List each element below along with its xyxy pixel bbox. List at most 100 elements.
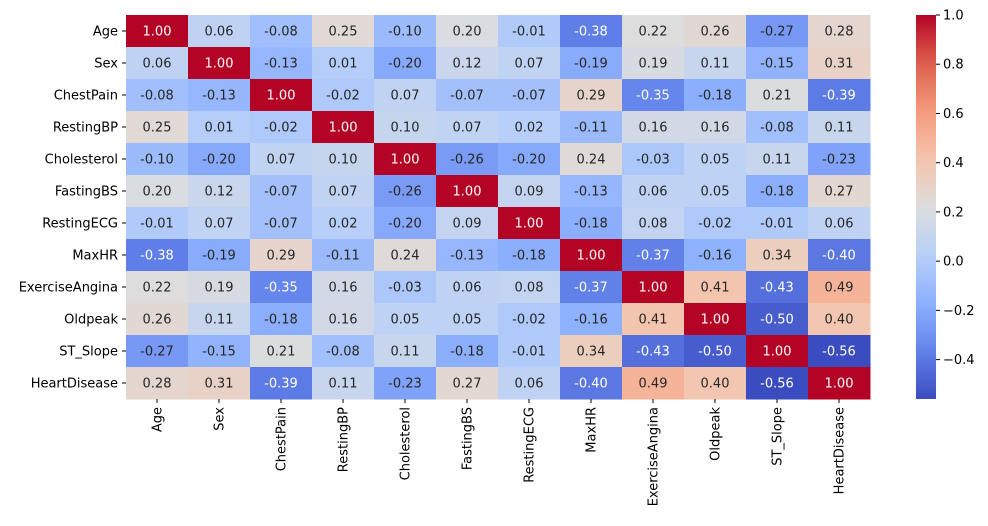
cell-value-label: 0.06 bbox=[205, 25, 234, 40]
cell-value-label: 0.31 bbox=[825, 57, 854, 72]
heatmap-cell: 0.01 bbox=[312, 47, 375, 80]
heatmap-cell: -0.35 bbox=[622, 79, 685, 112]
heatmap-cell: 0.31 bbox=[808, 47, 871, 80]
cell-value-label: -0.18 bbox=[450, 345, 484, 360]
cell-value-label: 0.05 bbox=[391, 313, 420, 328]
cell-value-label: 0.07 bbox=[267, 153, 296, 168]
cell-value-label: 0.40 bbox=[701, 377, 730, 392]
x-tick-label: ST_Slope bbox=[771, 407, 786, 466]
heatmap-cell: -0.50 bbox=[684, 335, 747, 368]
heatmap-cell: -0.10 bbox=[126, 143, 189, 176]
heatmap-cell: -0.07 bbox=[250, 207, 313, 240]
heatmap-cell: 0.29 bbox=[250, 239, 313, 272]
cell-value-label: 0.06 bbox=[453, 281, 482, 296]
heatmap-cell: -0.19 bbox=[188, 239, 251, 272]
cell-value-label: 1.00 bbox=[143, 25, 172, 40]
heatmap-cell: -0.26 bbox=[374, 175, 437, 208]
cell-value-label: 0.07 bbox=[329, 185, 358, 200]
heatmap-cell: 0.09 bbox=[436, 207, 499, 240]
heatmap-cell: -0.27 bbox=[126, 335, 189, 368]
cell-value-label: -0.11 bbox=[574, 121, 608, 136]
heatmap-cell: 1.00 bbox=[808, 367, 871, 400]
heatmap-cell: -0.08 bbox=[746, 111, 809, 144]
heatmap-cell: 0.02 bbox=[498, 111, 561, 144]
colorbar-tick-label: 0.6 bbox=[943, 107, 964, 122]
cell-value-label: 1.00 bbox=[267, 89, 296, 104]
cell-value-label: -0.26 bbox=[450, 153, 484, 168]
cell-value-label: -0.56 bbox=[760, 377, 794, 392]
heatmap-cell: 0.06 bbox=[126, 47, 189, 80]
cell-value-label: 0.12 bbox=[205, 185, 234, 200]
cell-value-label: -0.10 bbox=[388, 25, 422, 40]
heatmap-cell: 0.07 bbox=[436, 111, 499, 144]
heatmap-cell: -0.50 bbox=[746, 303, 809, 336]
heatmap-cell: -0.11 bbox=[312, 239, 375, 272]
cell-value-label: 0.06 bbox=[515, 377, 544, 392]
cell-value-label: 1.00 bbox=[701, 313, 730, 328]
heatmap-cell: 1.00 bbox=[126, 15, 189, 48]
heatmap-cell: 0.11 bbox=[746, 143, 809, 176]
heatmap-cell: -0.27 bbox=[746, 15, 809, 48]
y-tick-label: Sex bbox=[94, 57, 118, 72]
heatmap-cell: 0.26 bbox=[126, 303, 189, 336]
correlation-heatmap-figure: 1.00 0.06 -0.08 0.25 -0.10 0.20 -0.01 -0.38 0.22… bbox=[19, 9, 975, 507]
heatmap-cell: -0.18 bbox=[250, 303, 313, 336]
cell-value-label: -0.01 bbox=[140, 217, 174, 232]
heatmap-cell: 0.49 bbox=[808, 271, 871, 304]
heatmap-cell: -0.18 bbox=[498, 239, 561, 272]
x-tick-label: Oldpeak bbox=[709, 407, 724, 461]
cell-value-label: -0.56 bbox=[822, 345, 856, 360]
colorbar-tick-label: −0.2 bbox=[943, 304, 975, 319]
heatmap-cell: -0.16 bbox=[560, 303, 623, 336]
cell-value-label: -0.13 bbox=[264, 57, 298, 72]
cell-value-label: -0.38 bbox=[140, 249, 174, 264]
y-tick-label: MaxHR bbox=[72, 249, 118, 264]
cell-value-label: -0.08 bbox=[140, 89, 174, 104]
colorbar-tick-label: 0.0 bbox=[943, 255, 964, 270]
cell-value-label: -0.07 bbox=[512, 89, 546, 104]
cell-value-label: 0.09 bbox=[515, 185, 544, 200]
cell-value-label: -0.50 bbox=[760, 313, 794, 328]
cell-value-label: -0.26 bbox=[388, 185, 422, 200]
cell-value-label: 0.49 bbox=[639, 377, 668, 392]
cell-value-label: -0.20 bbox=[202, 153, 236, 168]
heatmap-cell: 0.41 bbox=[684, 271, 747, 304]
heatmap-cell: 1.00 bbox=[188, 47, 251, 80]
cell-value-label: 0.20 bbox=[453, 25, 482, 40]
y-tick-label: Cholesterol bbox=[45, 153, 118, 168]
heatmap-cell: 0.06 bbox=[436, 271, 499, 304]
heatmap-cell: -0.01 bbox=[498, 15, 561, 48]
colorbar-tick-label: 0.4 bbox=[943, 156, 964, 171]
heatmap-cell: -0.23 bbox=[374, 367, 437, 400]
heatmap-cell: 0.07 bbox=[498, 47, 561, 80]
cell-value-label: 0.05 bbox=[701, 153, 730, 168]
colorbar-tick-label: 1.0 bbox=[943, 9, 964, 24]
cell-value-label: 0.09 bbox=[453, 217, 482, 232]
heatmap-cell: 0.11 bbox=[808, 111, 871, 144]
heatmap-cell: 1.00 bbox=[746, 335, 809, 368]
heatmap-cell: -0.35 bbox=[250, 271, 313, 304]
colorbar-gradient bbox=[916, 15, 936, 399]
cell-value-label: -0.08 bbox=[326, 345, 360, 360]
cell-value-label: 0.06 bbox=[825, 217, 854, 232]
cell-value-label: -0.39 bbox=[822, 89, 856, 104]
heatmap-cell: -0.10 bbox=[374, 15, 437, 48]
heatmap-cell: -0.08 bbox=[312, 335, 375, 368]
heatmap-cell: 0.11 bbox=[312, 367, 375, 400]
cell-value-label: -0.03 bbox=[388, 281, 422, 296]
heatmap-cell: 0.20 bbox=[126, 175, 189, 208]
colorbar: 1.0 0.8 0.6 0.4 0.2 0.0 −0.2 −0.4 bbox=[916, 9, 975, 399]
heatmap-cell: 0.12 bbox=[436, 47, 499, 80]
cell-value-label: -0.27 bbox=[140, 345, 174, 360]
heatmap-cell: 1.00 bbox=[498, 207, 561, 240]
heatmap-cell: -0.43 bbox=[622, 335, 685, 368]
heatmap-cell: 0.02 bbox=[312, 207, 375, 240]
cell-value-label: 0.01 bbox=[329, 57, 358, 72]
heatmap-cell: 1.00 bbox=[560, 239, 623, 272]
cell-value-label: 1.00 bbox=[391, 153, 420, 168]
heatmap-cell: 0.41 bbox=[622, 303, 685, 336]
cell-value-label: -0.20 bbox=[512, 153, 546, 168]
cell-value-label: 0.11 bbox=[205, 313, 234, 328]
heatmap-cell: -0.15 bbox=[188, 335, 251, 368]
heatmap-cell: 0.01 bbox=[188, 111, 251, 144]
